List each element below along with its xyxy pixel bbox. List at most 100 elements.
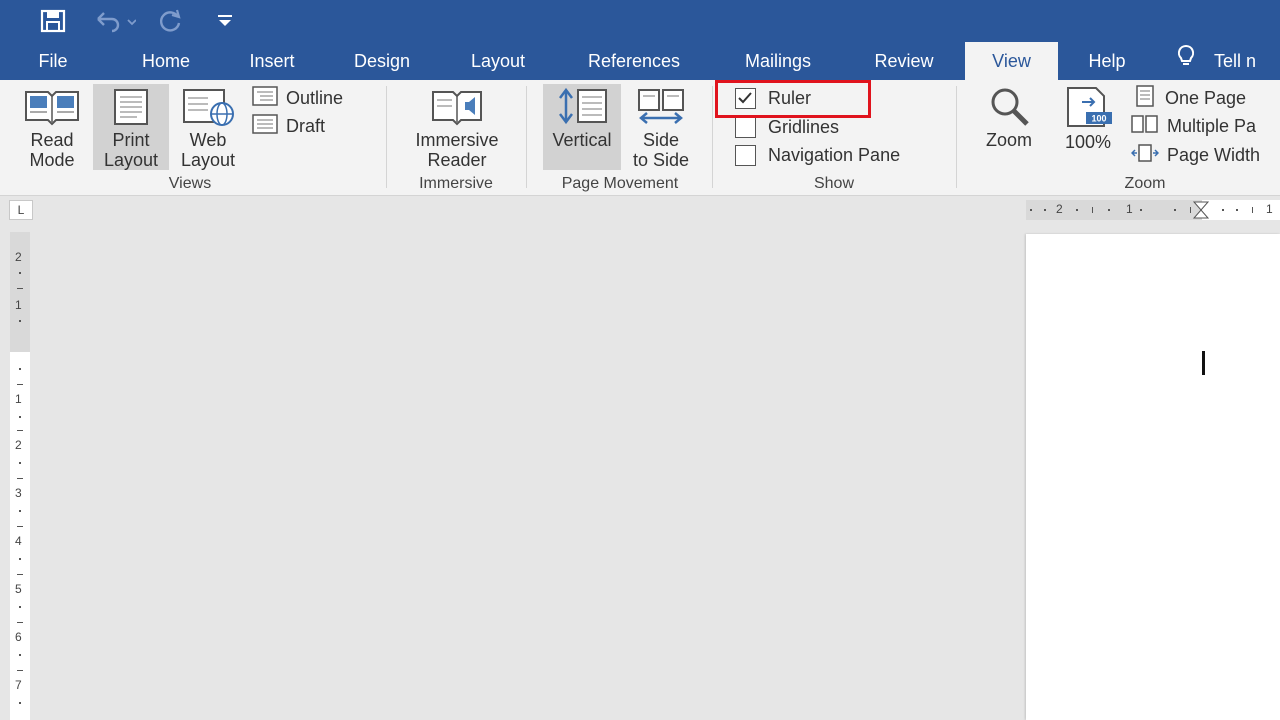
ruler-number: 1: [1266, 202, 1273, 216]
ruler-number: 1: [15, 298, 22, 312]
horizontal-ruler[interactable]: 2 1 1: [1026, 200, 1280, 220]
ruler-number: 2: [1056, 202, 1063, 216]
page-movement-group-label: Page Movement: [561, 175, 679, 192]
tab-mailings[interactable]: Mailings: [724, 42, 832, 80]
multiple-pages-label: Multiple Pa: [1167, 115, 1257, 136]
separator: [386, 86, 387, 188]
immersive-reader-label-1: Immersive: [415, 130, 499, 150]
print-layout-button[interactable]: Print Layout: [93, 84, 169, 170]
save-icon: [40, 9, 66, 33]
ribbon-tabs: File Home Insert Design Layout Reference…: [0, 42, 1280, 80]
tab-home[interactable]: Home: [118, 42, 214, 80]
views-group-label: Views: [168, 175, 212, 192]
ruler-number: 1: [1126, 202, 1133, 216]
vertical-button[interactable]: Vertical: [543, 84, 621, 170]
multiple-pages-button[interactable]: Multiple Pa: [1131, 113, 1256, 139]
undo-icon: [97, 12, 136, 33]
page-width-icon: [1130, 143, 1160, 168]
separator: [526, 86, 527, 188]
side-to-side-icon: [638, 89, 684, 124]
one-page-icon: [1133, 84, 1157, 112]
text-cursor: [1202, 351, 1205, 375]
navigation-pane-label: Navigation Pane: [768, 144, 901, 165]
tell-me-box[interactable]: Tell n: [1176, 42, 1280, 80]
zoom-100-badge: 100: [1091, 114, 1106, 124]
show-group-label: Show: [813, 175, 855, 192]
tab-design[interactable]: Design: [334, 42, 430, 80]
customize-qat-button[interactable]: [212, 6, 238, 36]
tab-selector[interactable]: L: [9, 200, 33, 220]
tell-me-label: Tell n: [1214, 51, 1257, 71]
read-mode-label-2: Mode: [29, 150, 75, 170]
tab-help[interactable]: Help: [1070, 42, 1144, 80]
title-bar: [0, 0, 1280, 42]
draft-label: Draft: [286, 115, 326, 136]
web-layout-label-2: Layout: [180, 150, 236, 170]
separator: [956, 86, 957, 188]
immersive-group-label: Immersive: [419, 175, 493, 192]
tab-view[interactable]: View: [965, 42, 1058, 80]
navigation-pane-checkbox[interactable]: Navigation Pane: [735, 142, 900, 168]
web-layout-label-1: Web: [189, 130, 227, 150]
zoom-100-icon: 100: [1067, 87, 1112, 127]
tab-references[interactable]: References: [566, 42, 702, 80]
read-mode-label-1: Read: [30, 130, 74, 150]
gridlines-check-box[interactable]: [735, 116, 756, 138]
immersive-reader-label-2: Reader: [427, 150, 487, 170]
ruler-number: 2: [15, 250, 22, 264]
zoom-group-label: Zoom: [1124, 175, 1166, 192]
undo-button[interactable]: [90, 6, 138, 36]
vertical-scroll-icon: [559, 87, 607, 125]
vertical-ruler[interactable]: 2 1 1 2 3 4 5 6 7: [10, 232, 30, 720]
ruler-number: 2: [15, 438, 22, 452]
magnifier-icon: [991, 88, 1029, 126]
customize-qat-icon: [218, 15, 232, 26]
draft-icon: [252, 113, 278, 139]
web-layout-button[interactable]: Web Layout: [173, 86, 243, 170]
read-mode-icon: [25, 91, 79, 126]
ruler-number: 4: [15, 534, 22, 548]
immersive-reader-icon: [432, 91, 482, 126]
vertical-label: Vertical: [552, 130, 612, 150]
navigation-pane-check-box[interactable]: [735, 144, 756, 166]
immersive-reader-button[interactable]: Immersive Reader: [400, 86, 514, 170]
one-page-button[interactable]: One Page: [1133, 84, 1246, 112]
zoom-100-label: 100%: [1064, 132, 1112, 152]
redo-icon: [159, 9, 181, 32]
ruler-highlight-box: [715, 80, 871, 118]
zoom-100-button[interactable]: 100 100%: [1056, 86, 1120, 170]
ruler-number: 3: [15, 486, 22, 500]
zoom-button[interactable]: Zoom: [976, 86, 1042, 170]
page-width-button[interactable]: Page Width: [1130, 142, 1261, 168]
print-layout-label-2: Layout: [103, 150, 159, 170]
page-width-label: Page Width: [1167, 144, 1261, 165]
multiple-pages-icon: [1131, 114, 1159, 139]
tab-layout[interactable]: Layout: [452, 42, 544, 80]
horizontal-ruler-ticks: [1030, 201, 1253, 219]
draft-button[interactable]: Draft: [252, 113, 325, 139]
web-layout-icon: [183, 89, 234, 126]
tab-review[interactable]: Review: [856, 42, 952, 80]
side-to-side-button[interactable]: Side to Side: [624, 86, 698, 170]
document-page[interactable]: [1026, 234, 1280, 720]
side-to-side-label-1: Side: [642, 130, 680, 150]
ruler-number: 6: [15, 630, 22, 644]
ruler-number: 7: [15, 678, 22, 692]
redo-button[interactable]: [156, 6, 186, 36]
outline-icon: [252, 85, 278, 111]
outline-label: Outline: [286, 87, 344, 108]
print-layout-label-1: Print: [112, 130, 150, 150]
ruler-number: 1: [15, 392, 22, 406]
tab-insert[interactable]: Insert: [230, 42, 314, 80]
lightbulb-icon: [1176, 43, 1196, 81]
side-to-side-label-2: to Side: [632, 150, 690, 170]
read-mode-button[interactable]: Read Mode: [16, 86, 88, 170]
save-button[interactable]: [36, 6, 70, 36]
ruler-number: 5: [15, 582, 22, 596]
print-layout-icon: [114, 89, 148, 125]
tab-file[interactable]: File: [20, 42, 86, 80]
gridlines-label: Gridlines: [768, 116, 840, 137]
zoom-label: Zoom: [985, 130, 1032, 150]
outline-button[interactable]: Outline: [252, 85, 343, 111]
separator: [712, 86, 713, 188]
